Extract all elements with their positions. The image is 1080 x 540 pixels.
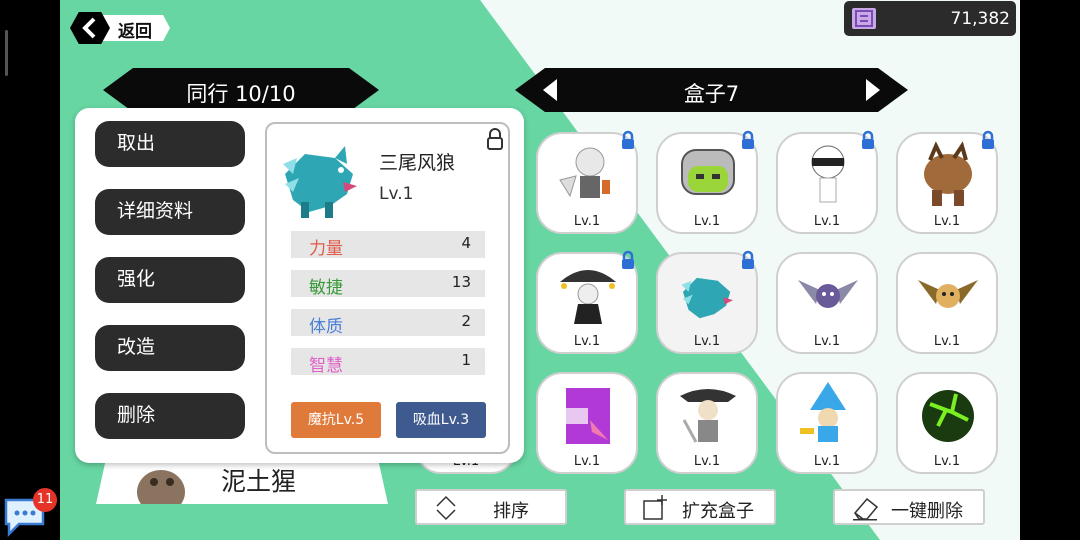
chevron-left-icon — [82, 17, 96, 39]
sort-button[interactable]: 排序 — [415, 489, 567, 525]
next-box-arrow-icon[interactable] — [866, 79, 880, 101]
monster-level: Lv.1 — [379, 184, 414, 204]
stat-value: 1 — [461, 351, 471, 369]
stat-name: 敏捷 — [309, 278, 343, 298]
stat-name: 智慧 — [309, 356, 343, 376]
umbrella-girl-icon — [560, 270, 616, 324]
box-slot-10[interactable]: Lv.1 — [656, 372, 758, 474]
box-slot-3[interactable]: Lv.1 — [776, 130, 878, 234]
stat-constitution: 体质 2 — [291, 309, 485, 337]
party-banner: 同行 10/10 — [103, 68, 379, 112]
monster-action-popup: 取出 详细资料 强化 改造 删除 三尾风狼 Lv.1 力量 4 敏捷 13 体质… — [75, 108, 524, 463]
take-out-button[interactable]: 取出 — [95, 121, 245, 167]
eraser-icon — [853, 497, 879, 521]
monster-name: 三尾风狼 — [379, 152, 456, 174]
stat-name: 体质 — [309, 317, 343, 337]
slot-level: Lv.1 — [573, 334, 601, 349]
add-box-icon — [643, 495, 667, 520]
skill-lifesteal[interactable]: 吸血Lv.3 — [396, 402, 486, 438]
back-label: 返回 — [118, 22, 152, 42]
lock-icon — [982, 130, 994, 149]
slot-level: Lv.1 — [573, 454, 601, 469]
slot-level: Lv.1 — [573, 214, 601, 229]
box-slot-11[interactable]: Lv.1 — [776, 372, 878, 474]
three-tailed-wolf-icon — [283, 146, 357, 218]
purple-block-icon — [566, 388, 610, 444]
sort-label: 排序 — [493, 501, 529, 522]
stat-agility: 敏捷 13 — [291, 270, 485, 298]
expand-box-label: 扩充盒子 — [682, 501, 754, 522]
sort-icon — [436, 495, 456, 521]
box-slot-6-selected[interactable]: Lv.1 — [656, 250, 758, 354]
box-slot-1[interactable]: Lv.1 — [536, 130, 638, 234]
stat-name: 力量 — [309, 239, 343, 259]
currency-value: 71,382 — [950, 9, 1010, 29]
box-slot-2[interactable]: Lv.1 — [656, 130, 758, 234]
brown-bat-icon — [918, 280, 978, 308]
bulk-delete-button[interactable]: 一键删除 — [833, 489, 985, 525]
system-gesture-bar — [5, 30, 8, 76]
green-slime-ball-icon — [922, 390, 974, 442]
stat-value: 13 — [451, 273, 471, 291]
box-slot-7[interactable]: Lv.1 — [776, 252, 878, 354]
box-slot-8[interactable]: Lv.1 — [896, 252, 998, 354]
delete-button[interactable]: 删除 — [95, 393, 245, 439]
white-hair-swordsman-icon — [559, 147, 610, 198]
slot-level: Lv.1 — [933, 334, 961, 349]
slot-level: Lv.1 — [813, 214, 841, 229]
modify-button[interactable]: 改造 — [95, 325, 245, 371]
lock-icon — [742, 250, 754, 269]
slot-level: Lv.1 — [933, 214, 961, 229]
party-member-name: 泥土猩 — [221, 467, 297, 496]
stat-value: 2 — [461, 312, 471, 330]
enhance-button[interactable]: 强化 — [95, 257, 245, 303]
slot-level: Lv.1 — [693, 214, 721, 229]
mud-monster-icon — [126, 458, 196, 512]
lock-icon[interactable] — [486, 128, 504, 150]
currency-display: 71,382 — [844, 1, 1016, 36]
purple-bat-icon — [798, 280, 858, 308]
box-banner: 盒子7 — [515, 68, 908, 112]
pirate-captain-icon — [680, 389, 736, 443]
white-masked-figure-icon — [811, 145, 845, 203]
box-slot-4[interactable]: Lv.1 — [896, 130, 998, 234]
lock-icon — [622, 130, 634, 149]
chat-button[interactable]: 11 — [3, 488, 57, 538]
box-slot-5[interactable]: Lv.1 — [536, 250, 638, 354]
box-title: 盒子7 — [683, 82, 740, 106]
chat-unread-badge: 11 — [33, 488, 57, 512]
bulk-delete-label: 一键删除 — [891, 501, 963, 522]
slot-level: Lv.1 — [813, 454, 841, 469]
lock-icon — [622, 250, 634, 269]
details-button[interactable]: 详细资料 — [95, 189, 245, 235]
slot-level: Lv.1 — [813, 334, 841, 349]
stat-strength: 力量 4 — [291, 231, 485, 259]
screen: 返回 71,382 同行 10/10 盒子7 泥土猩 Lv.1 取出 详细资料 … — [0, 0, 1080, 540]
slot-level: Lv.1 — [933, 454, 961, 469]
slot-level: Lv.1 — [693, 334, 721, 349]
blue-wizard-icon — [800, 382, 846, 442]
slot-level: Lv.1 — [693, 454, 721, 469]
stat-wisdom: 智慧 1 — [291, 348, 485, 376]
box-slot-9[interactable]: Lv.1 — [536, 372, 638, 474]
lock-icon — [742, 130, 754, 149]
rock-golem-icon — [924, 141, 972, 206]
skill-magic-resist[interactable]: 魔抗Lv.5 — [291, 402, 381, 438]
box-slot-12[interactable]: Lv.1 — [896, 372, 998, 474]
gem-currency-icon — [852, 8, 876, 29]
expand-box-button[interactable]: 扩充盒子 — [624, 489, 776, 525]
stat-value: 4 — [461, 234, 471, 252]
back-button[interactable]: 返回 — [70, 12, 172, 44]
lock-icon — [862, 130, 874, 149]
monster-info-card: 三尾风狼 Lv.1 力量 4 敏捷 13 体质 2 智慧 1 魔抗Lv.5 吸血… — [265, 122, 510, 454]
three-tailed-wolf-icon — [681, 277, 734, 319]
helmet-goblin-icon — [681, 149, 735, 195]
party-title: 同行 10/10 — [186, 82, 296, 106]
